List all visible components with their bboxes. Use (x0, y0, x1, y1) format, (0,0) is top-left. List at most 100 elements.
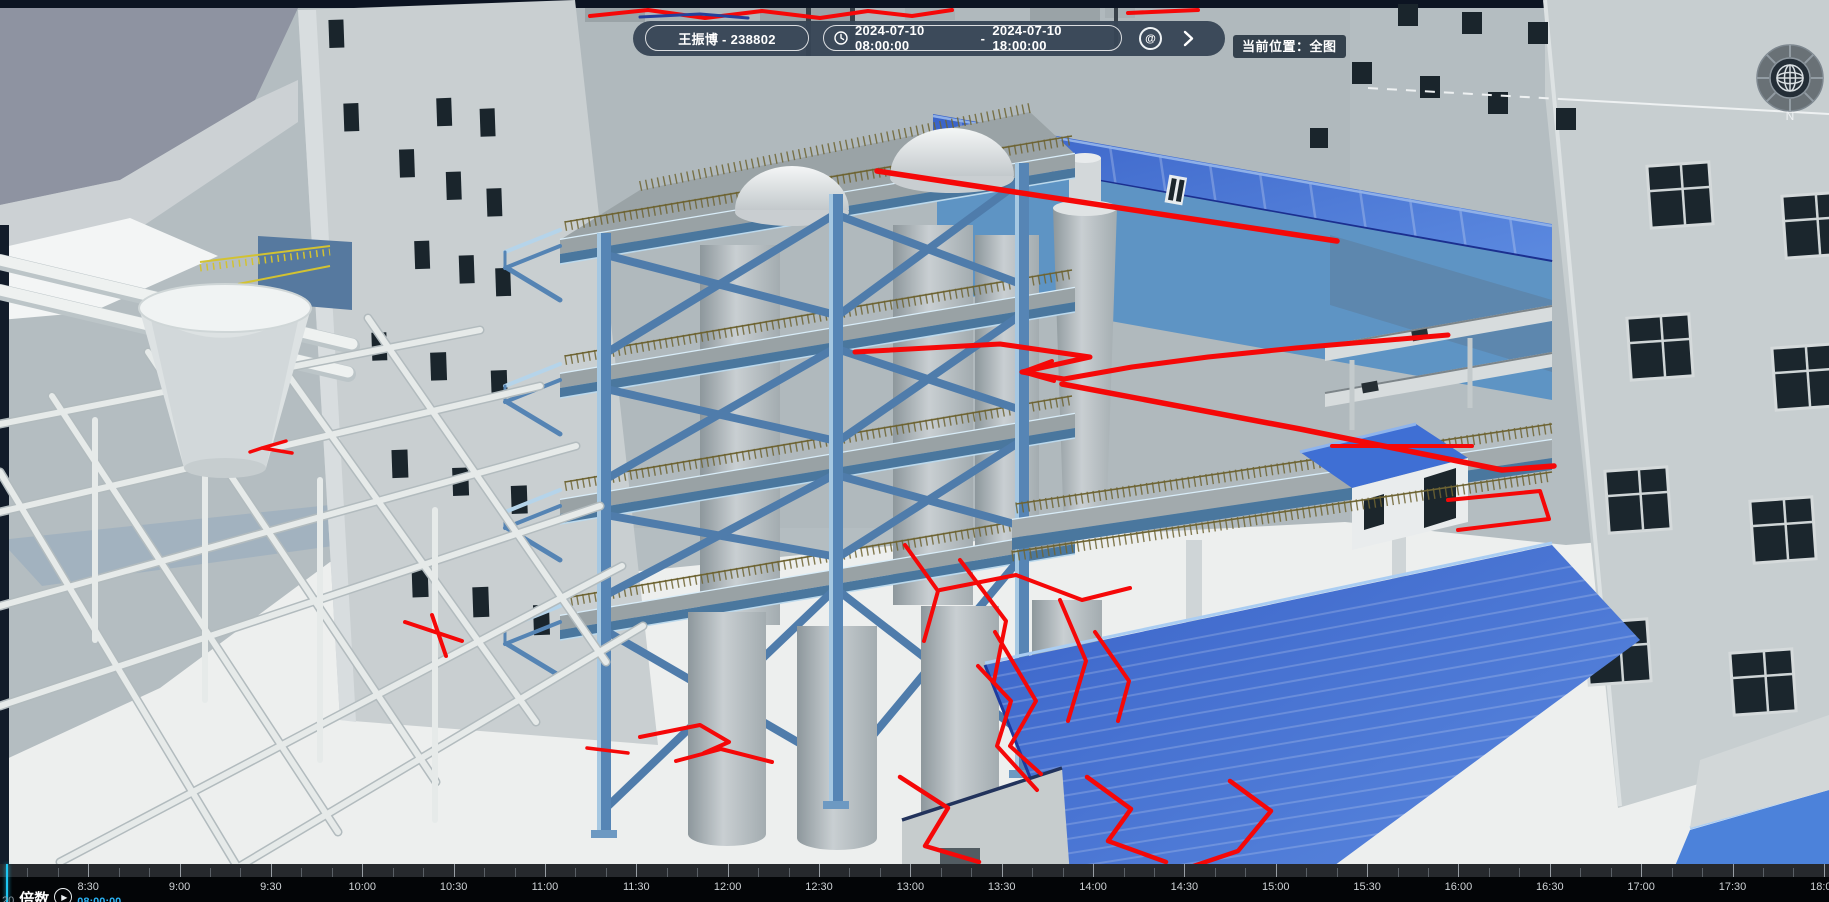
time-separator: - (981, 31, 986, 46)
timeline-tick[interactable] (1611, 868, 1612, 877)
timeline-tick-label: 18:00 (1810, 881, 1829, 893)
app-viewport: 王振博 - 238802 2024-07-10 08:00:00 - 2024-… (0, 0, 1829, 902)
timeline-tick[interactable] (1306, 868, 1307, 877)
timeline-tick[interactable] (1398, 868, 1399, 877)
timeline-tick[interactable] (971, 868, 972, 877)
timeline-tick[interactable] (1063, 868, 1064, 877)
timeline-tick[interactable] (1580, 868, 1581, 877)
current-location-badge: 当前位置：全图 (1233, 35, 1346, 58)
timeline-tick-label: 15:00 (1262, 881, 1290, 893)
timeline-tick[interactable] (180, 864, 181, 877)
timeline-tick-label: 10:30 (440, 881, 468, 893)
timeline-tick[interactable] (1093, 864, 1094, 877)
chimney (1053, 153, 1117, 532)
time-start-value: 2024-07-10 08:00:00 (855, 23, 974, 53)
timeline-tick-label: 11:30 (623, 881, 650, 893)
timeline-labels: 8:309:009:3010:0010:3011:0011:3012:0012:… (0, 877, 1829, 902)
timeline-tick[interactable] (301, 868, 302, 877)
play-icon[interactable]: ▶ (54, 888, 72, 902)
timeline-tick[interactable] (1824, 864, 1825, 877)
timeline-tick[interactable] (119, 868, 120, 877)
timeline-tick[interactable] (1733, 864, 1734, 877)
speed-value[interactable]: 20 (2, 895, 14, 902)
timeline-bar[interactable]: 8:309:009:3010:0010:3011:0011:3012:0012:… (0, 864, 1829, 902)
timeline-tick[interactable] (454, 864, 455, 877)
globe-crosshair-icon (1777, 65, 1803, 91)
timeline-tick[interactable] (728, 864, 729, 877)
compass-gizmo[interactable]: N (1752, 42, 1829, 122)
timeline-tick[interactable] (697, 868, 698, 877)
timeline-tick[interactable] (1763, 868, 1764, 877)
clock-icon (834, 31, 848, 45)
timeline-tick[interactable] (1458, 864, 1459, 877)
timeline-tick[interactable] (667, 868, 668, 877)
timeline-tick-label: 16:00 (1445, 881, 1473, 893)
timeline-tick[interactable] (606, 868, 607, 877)
time-end-value: 2024-07-10 18:00:00 (992, 23, 1111, 53)
timeline-tick[interactable] (1672, 868, 1673, 877)
timeline-tick-label: 17:00 (1627, 881, 1655, 893)
timeline-tick-label: 9:00 (169, 881, 190, 893)
timeline-tick[interactable] (575, 868, 576, 877)
timeline-tick-label: 11:00 (532, 881, 559, 893)
current-time-value: 08:00:00 (77, 896, 121, 902)
timeline-tick[interactable] (545, 864, 546, 877)
timeline-tick[interactable] (1245, 868, 1246, 877)
timeline-tick[interactable] (1793, 868, 1794, 877)
target-locate-icon[interactable]: @ (1139, 27, 1162, 50)
timeline-tick[interactable] (849, 868, 850, 877)
timeline-tick-label: 16:30 (1536, 881, 1564, 893)
speed-label[interactable]: 倍数 (19, 888, 49, 902)
timeline-tick-label: 9:30 (260, 881, 281, 893)
timeline-tick[interactable] (1124, 868, 1125, 877)
timeline-tick[interactable] (1489, 868, 1490, 877)
timeline-tick[interactable] (1032, 868, 1033, 877)
timeline-tick-label: 14:30 (1171, 881, 1199, 893)
timeline-tick[interactable] (58, 868, 59, 877)
timeline-tick[interactable] (941, 868, 942, 877)
timeline-tick[interactable] (1276, 864, 1277, 877)
timeline-tick[interactable] (27, 868, 28, 877)
person-badge-label: 王振博 - 238802 (678, 29, 776, 48)
timeline-tick[interactable] (636, 864, 637, 877)
timeline-tick-label: 12:30 (805, 881, 833, 893)
timeline-tick[interactable] (149, 868, 150, 877)
timeline-tick[interactable] (880, 868, 881, 877)
top-toolbar: 王振博 - 238802 2024-07-10 08:00:00 - 2024-… (633, 21, 1225, 56)
timeline-tick[interactable] (1367, 864, 1368, 877)
timeline-tick[interactable] (362, 864, 363, 877)
timeline-ticks[interactable] (0, 864, 1829, 877)
timeline-tick[interactable] (1154, 868, 1155, 877)
timeline-tick[interactable] (332, 868, 333, 877)
timeline-tick-label: 12:00 (714, 881, 742, 893)
timeline-tick[interactable] (819, 864, 820, 877)
timeline-tick[interactable] (271, 864, 272, 877)
timeline-tick[interactable] (240, 868, 241, 877)
timeline-tick[interactable] (1550, 864, 1551, 877)
chevron-right-icon[interactable] (1179, 29, 1197, 48)
timeline-tick[interactable] (789, 868, 790, 877)
timeline-tick[interactable] (1184, 864, 1185, 877)
timeline-tick-label: 13:30 (988, 881, 1016, 893)
timeline-tick[interactable] (1519, 868, 1520, 877)
playback-controls: 20 倍数 ▶ 08:00:00 (2, 885, 121, 902)
timeline-tick[interactable] (88, 864, 89, 877)
timeline-tick[interactable] (484, 868, 485, 877)
timeline-tick[interactable] (393, 868, 394, 877)
timeline-tick[interactable] (1428, 868, 1429, 877)
timeline-tick[interactable] (1002, 864, 1003, 877)
timeline-tick[interactable] (423, 868, 424, 877)
timeline-tick[interactable] (515, 868, 516, 877)
timeline-tick[interactable] (910, 864, 911, 877)
timeline-tick[interactable] (758, 868, 759, 877)
time-range-picker[interactable]: 2024-07-10 08:00:00 - 2024-07-10 18:00:0… (823, 25, 1122, 51)
timeline-tick-label: 14:00 (1079, 881, 1107, 893)
timeline-tick[interactable] (1215, 868, 1216, 877)
timeline-tick[interactable] (210, 868, 211, 877)
person-selector[interactable]: 王振博 - 238802 (645, 25, 809, 51)
timeline-tick[interactable] (1337, 868, 1338, 877)
timeline-tick[interactable] (1702, 868, 1703, 877)
scene-3d-canvas[interactable] (0, 0, 1829, 902)
timeline-tick-label: 13:00 (897, 881, 925, 893)
timeline-tick[interactable] (1641, 864, 1642, 877)
